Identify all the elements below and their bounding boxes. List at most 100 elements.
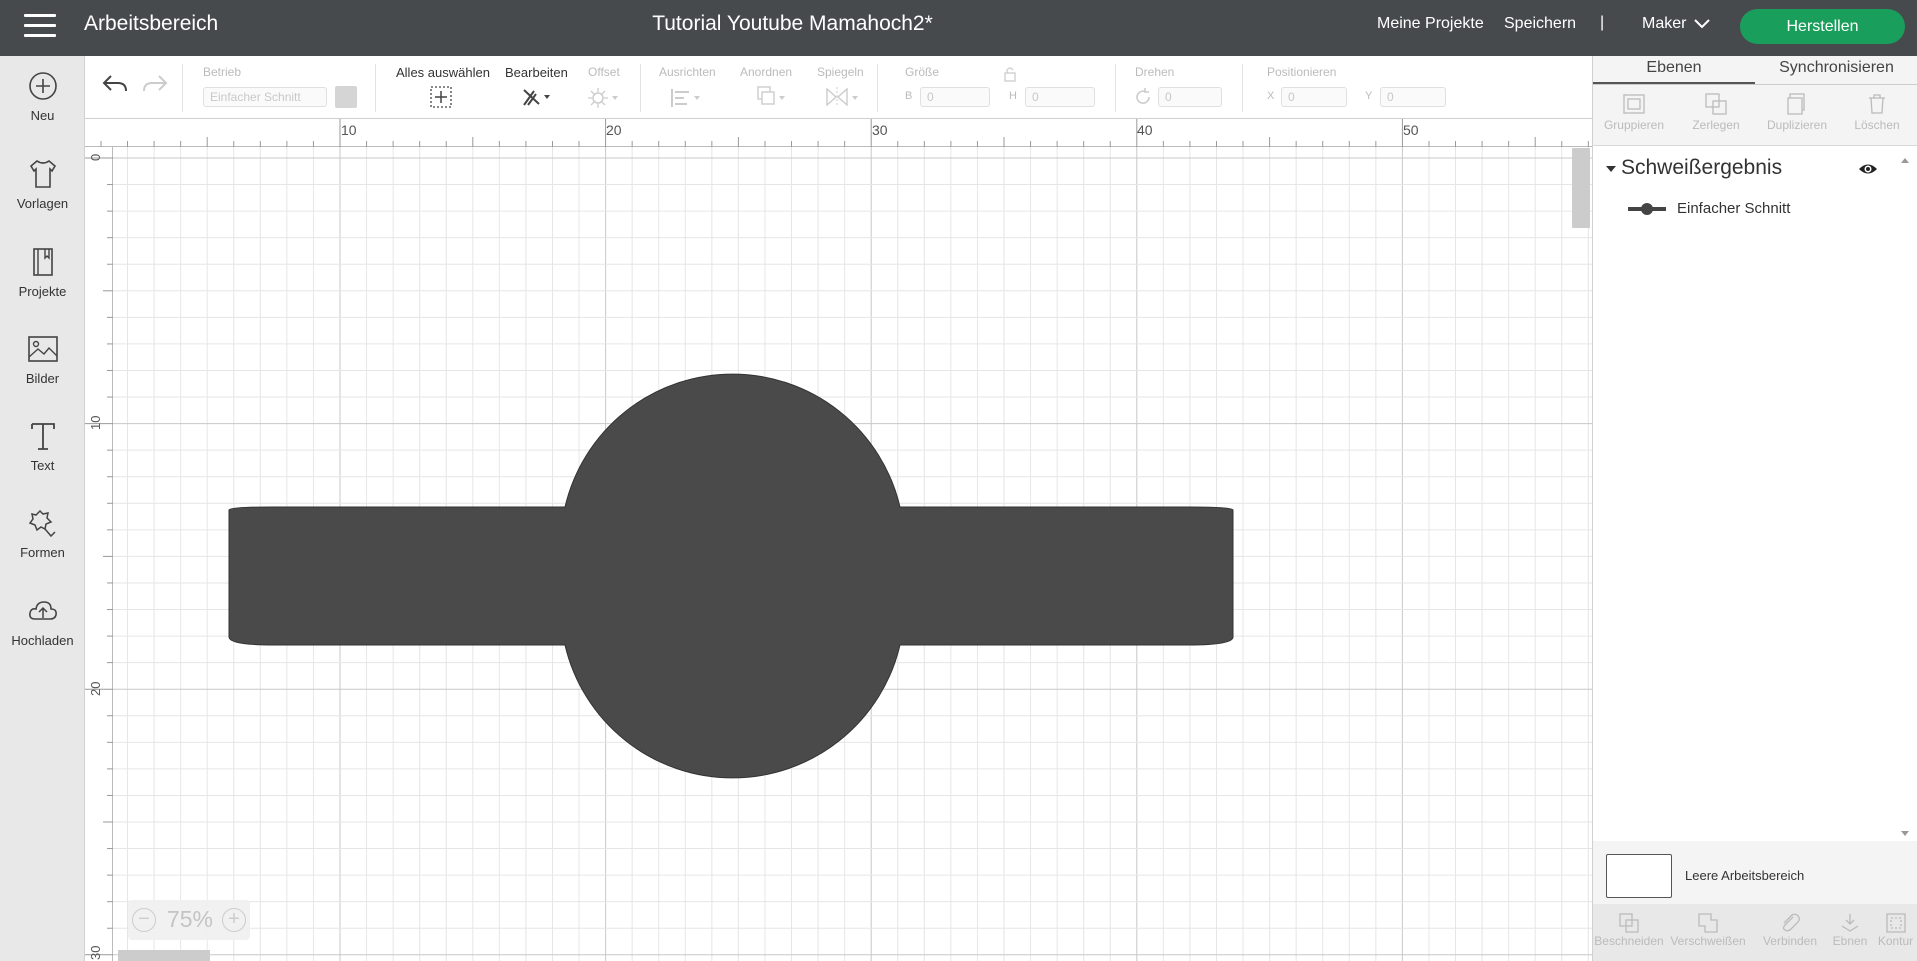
scroll-up-icon[interactable] bbox=[1900, 156, 1910, 164]
weld-button[interactable]: Verschweißen bbox=[1665, 912, 1751, 948]
welded-shape[interactable] bbox=[113, 147, 1592, 961]
select-all-label: Alles auswählen bbox=[396, 65, 490, 80]
lock-icon[interactable] bbox=[1003, 66, 1017, 82]
flatten-label: Ebnen bbox=[1832, 934, 1868, 948]
operation-label: Betrieb bbox=[203, 65, 242, 79]
duplicate-icon bbox=[1787, 93, 1805, 115]
sidebar-item-text[interactable]: Text bbox=[0, 406, 85, 490]
height-input[interactable]: 0 bbox=[1025, 87, 1095, 107]
layer-group-name[interactable]: Schweißergebnis bbox=[1621, 156, 1782, 180]
width-label: B bbox=[905, 90, 913, 102]
group-label: Gruppieren bbox=[1603, 118, 1665, 132]
sidebar-item-shapes[interactable]: Formen bbox=[0, 493, 85, 577]
flatten-button[interactable]: Ebnen bbox=[1827, 912, 1873, 948]
sidebar-item-label: Neu bbox=[30, 108, 55, 123]
ruler-label: 10 bbox=[88, 415, 103, 430]
caret-down-icon[interactable] bbox=[1605, 164, 1617, 174]
slice-icon bbox=[1619, 913, 1639, 933]
chevron-down-icon[interactable] bbox=[1692, 13, 1712, 33]
operation-select[interactable]: Einfacher Schnitt bbox=[203, 87, 327, 107]
layers-panel: Ebenen Synchronisieren Gruppieren Zerleg… bbox=[1592, 56, 1917, 961]
ruler-label: 20 bbox=[606, 122, 622, 138]
rotate-icon[interactable] bbox=[1133, 87, 1153, 107]
eye-icon[interactable] bbox=[1858, 161, 1878, 177]
sidebar-item-label: Hochladen bbox=[11, 633, 74, 648]
attach-button[interactable]: Verbinden bbox=[1753, 912, 1827, 948]
height-label: H bbox=[1009, 90, 1017, 102]
sidebar-item-templates[interactable]: Vorlagen bbox=[0, 144, 85, 228]
trash-icon bbox=[1869, 94, 1885, 114]
duplicate-button[interactable]: Duplizieren bbox=[1756, 88, 1838, 140]
color-swatch[interactable] bbox=[335, 86, 357, 108]
top-bar: Arbeitsbereich Tutorial Youtube Mamahoch… bbox=[0, 0, 1917, 56]
save-link[interactable]: Speichern bbox=[1504, 15, 1576, 33]
flatten-icon bbox=[1841, 914, 1859, 932]
canvas-thumbnail[interactable] bbox=[1606, 854, 1672, 898]
design-canvas[interactable] bbox=[113, 147, 1592, 961]
position-y-label: Y bbox=[1365, 90, 1373, 102]
group-icon bbox=[1623, 94, 1645, 114]
text-icon bbox=[30, 423, 55, 450]
tab-layers[interactable]: Ebenen bbox=[1593, 56, 1755, 84]
machine-select[interactable]: Maker bbox=[1642, 15, 1686, 33]
position-label: Positionieren bbox=[1267, 65, 1337, 79]
delete-label: Löschen bbox=[1854, 118, 1900, 132]
my-projects-link[interactable]: Meine Projekte bbox=[1377, 15, 1484, 33]
rotate-input[interactable]: 0 bbox=[1158, 87, 1222, 107]
position-x-input[interactable]: 0 bbox=[1281, 87, 1347, 107]
weld-icon bbox=[1698, 913, 1718, 933]
vertical-scrollbar[interactable] bbox=[1572, 148, 1590, 228]
left-sidebar: Neu Vorlagen Projekte Bilder Text Formen… bbox=[0, 56, 85, 961]
zoom-level: 75% bbox=[166, 906, 214, 932]
tshirt-icon bbox=[29, 160, 56, 188]
flip-icon[interactable] bbox=[825, 85, 861, 109]
align-icon[interactable] bbox=[670, 87, 704, 109]
group-button[interactable]: Gruppieren bbox=[1593, 88, 1675, 140]
sidebar-item-label: Projekte bbox=[18, 284, 67, 299]
paperclip-icon bbox=[1782, 913, 1800, 932]
make-button[interactable]: Herstellen bbox=[1740, 9, 1905, 44]
sidebar-item-label: Bilder bbox=[25, 371, 60, 386]
plus-circle-icon bbox=[28, 72, 57, 100]
ruler-vertical: 0 10 20 30 bbox=[85, 147, 113, 961]
edit-tools-icon[interactable] bbox=[521, 85, 555, 109]
horizontal-scrollbar[interactable] bbox=[118, 950, 210, 961]
arrange-label: Anordnen bbox=[740, 65, 793, 79]
flip-label: Spiegeln bbox=[817, 65, 864, 79]
contour-icon bbox=[1885, 913, 1906, 933]
tab-sync[interactable]: Synchronisieren bbox=[1755, 56, 1917, 84]
ruler-label: 50 bbox=[1403, 122, 1419, 138]
sidebar-item-upload[interactable]: Hochladen bbox=[0, 581, 85, 665]
image-icon bbox=[27, 336, 58, 362]
sidebar-item-projects[interactable]: Projekte bbox=[0, 232, 85, 316]
layer-item-name[interactable]: Einfacher Schnitt bbox=[1677, 200, 1790, 217]
offset-icon[interactable] bbox=[587, 87, 621, 109]
ruler-label: 30 bbox=[88, 945, 103, 960]
zoom-out-button[interactable]: − bbox=[132, 908, 156, 932]
select-all-icon[interactable] bbox=[429, 85, 453, 109]
ruler-label: 20 bbox=[88, 681, 103, 696]
arrange-icon[interactable] bbox=[755, 85, 789, 109]
delete-button[interactable]: Löschen bbox=[1836, 88, 1917, 140]
attach-label: Verbinden bbox=[1762, 934, 1818, 948]
width-input[interactable]: 0 bbox=[920, 87, 990, 107]
bottom-actions: Beschneiden Verschweißen Verbinden Ebnen… bbox=[1593, 904, 1917, 961]
contour-label: Kontur bbox=[1877, 934, 1914, 948]
slice-button[interactable]: Beschneiden bbox=[1593, 912, 1665, 948]
redo-icon[interactable] bbox=[141, 72, 169, 96]
ruler-label: 30 bbox=[872, 122, 888, 138]
size-label: Größe bbox=[905, 65, 940, 79]
ungroup-button[interactable]: Zerlegen bbox=[1675, 88, 1757, 140]
contour-button[interactable]: Kontur bbox=[1873, 912, 1917, 948]
scroll-down-icon[interactable] bbox=[1900, 830, 1910, 838]
position-y-input[interactable]: 0 bbox=[1380, 87, 1446, 107]
sidebar-item-images[interactable]: Bilder bbox=[0, 319, 85, 403]
zoom-in-button[interactable]: + bbox=[222, 908, 246, 932]
sidebar-item-new[interactable]: Neu bbox=[0, 56, 85, 140]
edit-label: Bearbeiten bbox=[505, 65, 568, 80]
slice-label: Beschneiden bbox=[1594, 934, 1664, 948]
undo-icon[interactable] bbox=[101, 72, 129, 96]
zoom-control: − 75% + bbox=[128, 900, 250, 940]
ungroup-label: Zerlegen bbox=[1692, 118, 1740, 132]
top-separator: | bbox=[1600, 14, 1605, 31]
